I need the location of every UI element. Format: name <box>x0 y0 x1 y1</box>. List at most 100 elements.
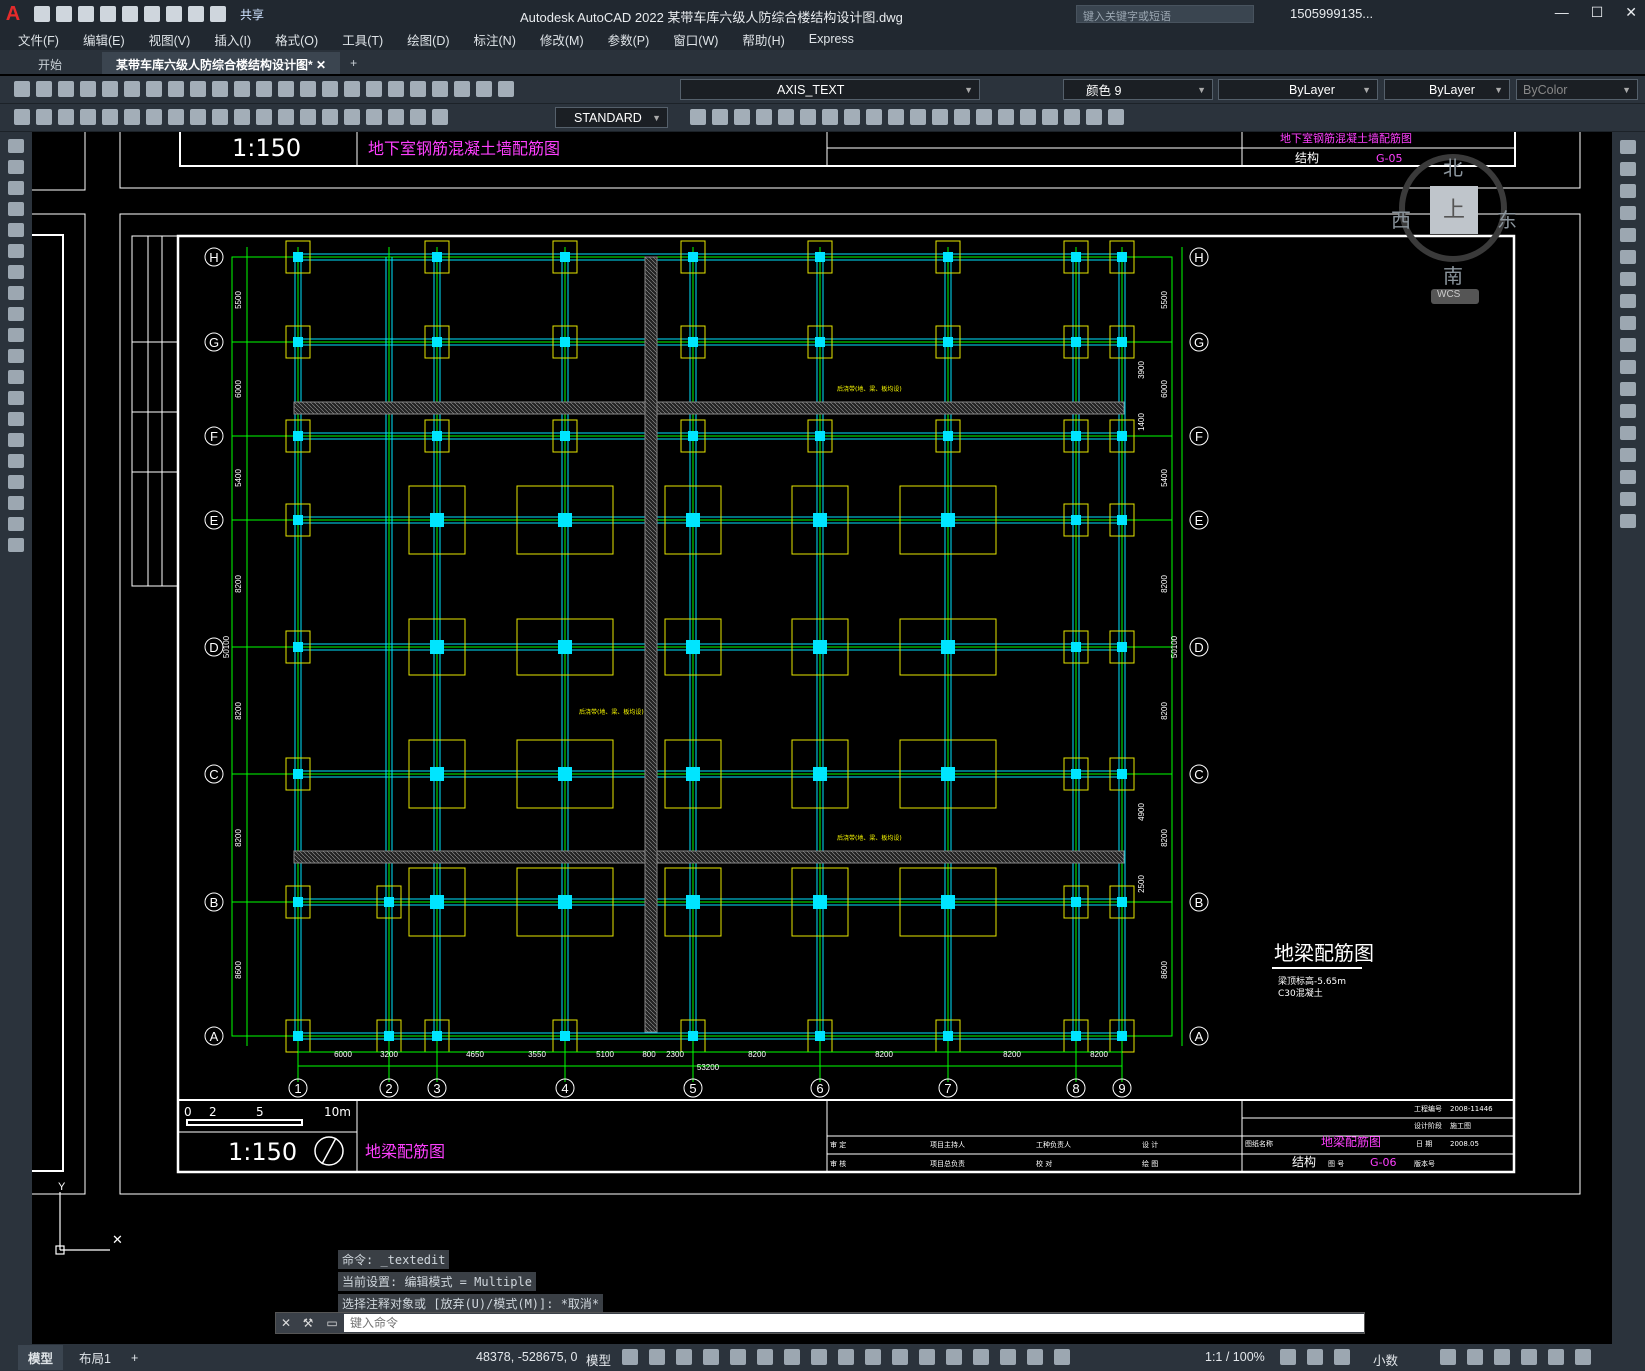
close-icon[interactable]: ✕ <box>276 1316 296 1330</box>
redo-icon[interactable] <box>256 81 272 97</box>
publish-icon[interactable] <box>124 81 140 97</box>
sheetset-icon[interactable] <box>432 81 448 97</box>
preview-icon[interactable] <box>102 81 118 97</box>
make-block-icon[interactable] <box>8 391 24 405</box>
slice-icon[interactable] <box>866 109 882 125</box>
annotation-scale[interactable]: 1:1 / 100% <box>1205 1350 1265 1364</box>
tab-layout1[interactable]: 布局1 <box>69 1345 121 1370</box>
zoom-prev-icon[interactable] <box>344 81 360 97</box>
offset-face-icon[interactable] <box>1042 109 1058 125</box>
insert-block-icon[interactable] <box>8 370 24 384</box>
solid-wedge-icon[interactable] <box>712 109 728 125</box>
zoom-icon[interactable] <box>300 81 316 97</box>
dim-update-icon[interactable] <box>432 109 448 125</box>
region-icon[interactable] <box>8 475 24 489</box>
quick-properties-icon[interactable] <box>1440 1349 1456 1365</box>
annotation-visibility-icon[interactable] <box>1027 1349 1043 1365</box>
redo-icon[interactable] <box>210 6 226 22</box>
fillet-icon[interactable] <box>1620 470 1636 484</box>
undo-icon[interactable] <box>234 81 250 97</box>
annotation-monitor-icon[interactable] <box>1307 1349 1323 1365</box>
otrack-icon[interactable] <box>784 1349 800 1365</box>
paste-icon[interactable] <box>190 81 206 97</box>
minimize-button[interactable]: — <box>1555 4 1569 21</box>
rotate-icon[interactable] <box>1620 272 1636 286</box>
extrude-icon[interactable] <box>822 109 838 125</box>
spline-icon[interactable] <box>8 307 24 321</box>
isodraft-icon[interactable] <box>757 1349 773 1365</box>
linetype-dropdown[interactable]: ByLayer ▼ <box>1218 79 1378 100</box>
menu-parametric[interactable]: 参数(P) <box>608 30 650 49</box>
lineweight-dropdown[interactable]: ByLayer ▼ <box>1384 79 1510 100</box>
designcenter-icon[interactable] <box>388 81 404 97</box>
lineweight-icon[interactable] <box>838 1349 854 1365</box>
dim-linear-icon[interactable] <box>14 109 30 125</box>
calc-icon[interactable] <box>454 81 470 97</box>
units-icon[interactable] <box>1334 1349 1350 1365</box>
search-input[interactable]: 键入关键字或短语 <box>1076 5 1254 23</box>
undo-icon[interactable] <box>188 6 204 22</box>
dim-text-edit-icon[interactable] <box>410 109 426 125</box>
dim-jogged-icon[interactable] <box>124 109 140 125</box>
tab-drawing[interactable]: 某带车库六级人防综合楼结构设计图* ✕ <box>102 52 341 74</box>
menu-insert[interactable]: 插入(I) <box>214 30 251 49</box>
wrench-icon[interactable]: ⚒ <box>296 1316 320 1330</box>
grid-icon[interactable] <box>622 1349 638 1365</box>
dim-space-icon[interactable] <box>256 109 272 125</box>
open-icon[interactable] <box>36 81 52 97</box>
qnew-icon[interactable] <box>14 81 30 97</box>
autocad-logo[interactable]: A <box>0 0 26 28</box>
dim-baseline-icon[interactable] <box>212 109 228 125</box>
units-dropdown[interactable]: 小数 <box>1373 1350 1398 1369</box>
menu-window[interactable]: 窗口(W) <box>673 30 718 49</box>
menu-view[interactable]: 视图(V) <box>149 30 191 49</box>
dim-aligned-icon[interactable] <box>36 109 52 125</box>
xline-icon[interactable] <box>8 160 24 174</box>
autoscale-icon[interactable] <box>1054 1349 1070 1365</box>
osnap-icon[interactable] <box>811 1349 827 1365</box>
command-input[interactable] <box>344 1314 1364 1332</box>
drawing-canvas[interactable]: 1:150 地下室钢筋混凝土墙配筋图 地下室钢筋混凝土墙配筋图 结构 G-05 … <box>32 132 1612 1344</box>
gizmo-icon[interactable] <box>1000 1349 1016 1365</box>
menu-tools[interactable]: 工具(T) <box>342 30 383 49</box>
scale-icon[interactable] <box>1620 294 1636 308</box>
hardware-accel-icon[interactable] <box>1521 1349 1537 1365</box>
zoom-window-icon[interactable] <box>322 81 338 97</box>
new-tab-button[interactable]: + <box>340 52 367 74</box>
user-account[interactable]: 1505999135... <box>1290 6 1373 21</box>
close-tab-icon[interactable]: ✕ <box>316 58 326 72</box>
customization-icon[interactable] <box>1575 1349 1591 1365</box>
menu-edit[interactable]: 编辑(E) <box>83 30 125 49</box>
plot-icon[interactable] <box>80 81 96 97</box>
selection-filter-icon[interactable] <box>973 1349 989 1365</box>
coordinates-readout[interactable]: 48378, -528675, 0 <box>476 1350 577 1364</box>
trim-icon[interactable] <box>1620 338 1636 352</box>
dim-ordinate-icon[interactable] <box>80 109 96 125</box>
break-point-icon[interactable] <box>1620 382 1636 396</box>
plotstyle-dropdown[interactable]: ByColor ▼ <box>1516 79 1638 100</box>
textstyle-dropdown[interactable]: STANDARD ▼ <box>555 107 668 128</box>
viewcube-north[interactable]: 北 <box>1443 152 1463 181</box>
ortho-icon[interactable] <box>703 1349 719 1365</box>
menu-help[interactable]: 帮助(H) <box>742 30 784 49</box>
solid-torus-icon[interactable] <box>800 109 816 125</box>
solid-cone-icon[interactable] <box>734 109 750 125</box>
save-web-icon[interactable] <box>144 6 160 22</box>
jogged-linear-icon[interactable] <box>366 109 382 125</box>
arc-icon[interactable] <box>8 244 24 258</box>
transparency-icon[interactable] <box>865 1349 881 1365</box>
table-icon[interactable] <box>8 496 24 510</box>
solid-sphere-icon[interactable] <box>756 109 772 125</box>
section-icon[interactable] <box>888 109 904 125</box>
mirror-icon[interactable] <box>1620 184 1636 198</box>
extrude-face-icon[interactable] <box>998 109 1014 125</box>
open-web-icon[interactable] <box>122 6 138 22</box>
saveas-icon[interactable] <box>100 6 116 22</box>
matchprop-icon[interactable] <box>212 81 228 97</box>
viewcube-west[interactable]: 西 <box>1391 204 1411 233</box>
extend-icon[interactable] <box>1620 360 1636 374</box>
break-icon[interactable] <box>1620 404 1636 418</box>
model-space-toggle[interactable]: 模型 <box>586 1350 611 1369</box>
dynamic-ucs-icon[interactable] <box>946 1349 962 1365</box>
clean-screen-icon[interactable] <box>1548 1349 1564 1365</box>
